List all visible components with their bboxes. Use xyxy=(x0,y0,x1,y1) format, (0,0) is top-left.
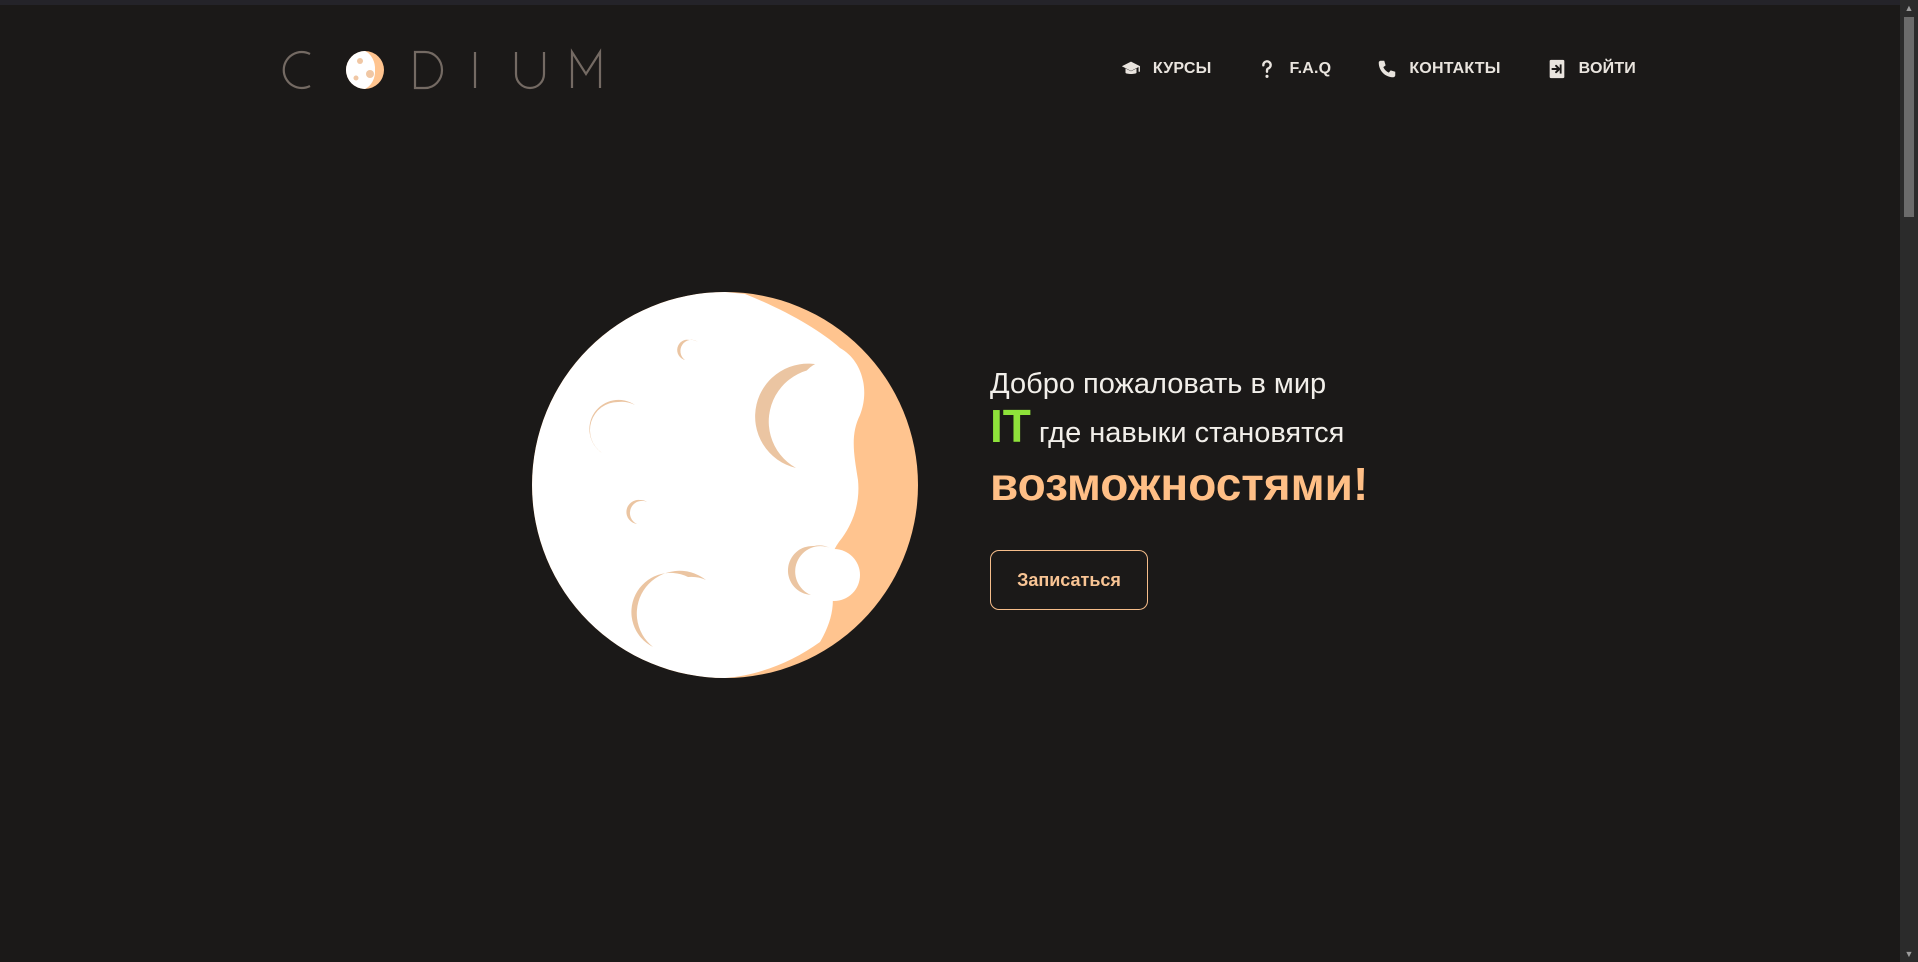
nav-item-faq[interactable]: F.A.Q xyxy=(1255,57,1331,81)
scroll-up-arrow-icon[interactable]: ▲ xyxy=(1900,0,1918,16)
moon-illustration xyxy=(532,292,918,678)
phone-icon xyxy=(1375,57,1399,81)
hero-opportunities-text: возможностями! xyxy=(990,458,1369,510)
scroll-down-arrow-icon[interactable]: ▼ xyxy=(1900,946,1918,962)
graduation-cap-icon xyxy=(1119,57,1143,81)
nav-item-label: КОНТАКТЫ xyxy=(1409,60,1501,77)
scroll-thumb[interactable] xyxy=(1904,17,1914,217)
vertical-scrollbar[interactable]: ▲ ▼ xyxy=(1900,0,1918,962)
nav-item-label: ВОЙТИ xyxy=(1578,60,1636,77)
hero-skills-text: где навыки становятся xyxy=(1038,417,1345,449)
hero-it-line: IT где навыки становятся xyxy=(990,403,1510,456)
nav-item-label: КУРСЫ xyxy=(1152,60,1212,77)
hero-it-highlight: IT xyxy=(990,400,1031,452)
nav-item-login[interactable]: ВОЙТИ xyxy=(1545,57,1636,81)
signup-button[interactable]: Записаться xyxy=(990,550,1148,610)
hero-text: Добро пожаловать в мир IT где навыки стан… xyxy=(990,365,1510,512)
page: КУРСЫ F.A.Q КОНТАКТЫ ВОЙТИ Добро пожалов… xyxy=(0,0,1918,962)
question-mark-icon xyxy=(1255,57,1279,81)
browser-top-strip xyxy=(0,0,1900,5)
nav-item-courses[interactable]: КУРСЫ xyxy=(1119,57,1212,81)
hero-welcome-line: Добро пожаловать в мир xyxy=(990,368,1327,400)
nav-item-contacts[interactable]: КОНТАКТЫ xyxy=(1375,57,1500,81)
main-nav: КУРСЫ F.A.Q КОНТАКТЫ ВОЙТИ xyxy=(1075,50,1636,88)
nav-item-label: F.A.Q xyxy=(1289,60,1332,77)
codium-logo[interactable] xyxy=(280,46,602,94)
sign-in-icon xyxy=(1545,57,1569,81)
